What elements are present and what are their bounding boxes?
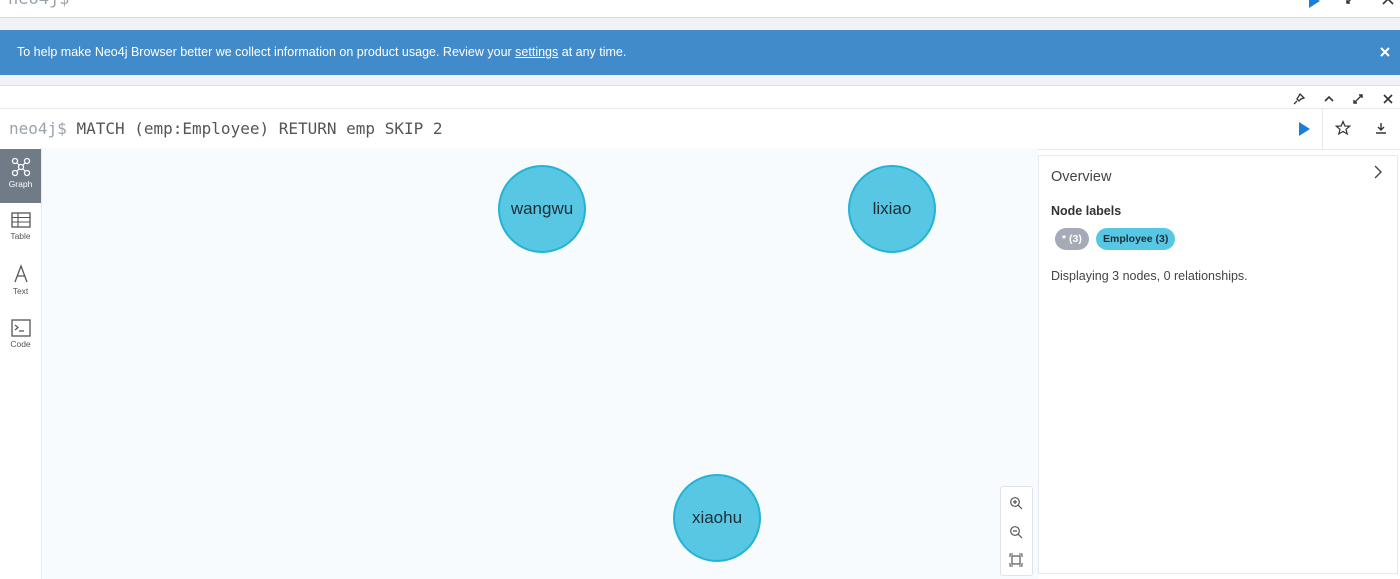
fit-to-screen-icon[interactable] <box>1009 553 1023 567</box>
view-table-label: Table <box>10 231 31 241</box>
banner-text-after: at any time. <box>558 45 627 59</box>
run-icon[interactable] <box>1306 0 1322 8</box>
banner-text-before: To help make Neo4j Browser better we col… <box>17 45 516 59</box>
overview-status: Displaying 3 nodes, 0 relationships. <box>1051 269 1248 283</box>
query-editor[interactable]: neo4j$ MATCH (emp:Employee) RETURN emp S… <box>9 119 442 138</box>
graph-node[interactable]: wangwu <box>498 165 586 253</box>
zoom-in-icon[interactable] <box>1009 496 1023 510</box>
graph-node[interactable]: lixiao <box>848 165 936 253</box>
expand-icon[interactable] <box>1351 92 1365 106</box>
view-code-button[interactable]: Code <box>0 311 41 365</box>
zoom-out-icon[interactable] <box>1009 525 1023 539</box>
view-code-label: Code <box>10 339 31 349</box>
previous-editor: neo4j$ <box>0 0 1400 18</box>
graph-node[interactable]: xiaohu <box>673 474 761 562</box>
graph-canvas[interactable]: wangwu lixiao xiaohu <box>42 148 1038 579</box>
close-icon[interactable] <box>1377 44 1393 60</box>
node-label: wangwu <box>510 199 574 218</box>
node-labels-heading: Node labels <box>1051 204 1122 218</box>
download-icon[interactable] <box>1373 120 1389 136</box>
view-graph-label: Graph <box>8 179 33 189</box>
code-icon <box>10 319 31 337</box>
query-bar: neo4j$ MATCH (emp:Employee) RETURN emp S… <box>0 108 1400 150</box>
chevron-right-icon[interactable] <box>1371 164 1385 180</box>
banner-message: To help make Neo4j Browser better we col… <box>17 45 626 59</box>
pin-icon[interactable] <box>1292 92 1306 106</box>
view-text-label: Text <box>12 286 29 296</box>
usage-banner: To help make Neo4j Browser better we col… <box>0 30 1400 75</box>
view-text-button[interactable]: Text <box>0 256 41 310</box>
star-icon[interactable] <box>1335 120 1351 136</box>
overview-title: Overview <box>1051 169 1112 185</box>
settings-link[interactable]: settings <box>515 45 558 59</box>
collapse-icon[interactable] <box>1322 92 1336 106</box>
node-label: xiaohu <box>691 508 743 527</box>
table-icon <box>10 212 31 228</box>
text-icon <box>13 264 28 283</box>
view-nav: Graph Table Text Code <box>0 148 42 579</box>
label-pill-employee[interactable]: Employee (3) <box>1096 228 1176 250</box>
view-graph-button[interactable]: Graph <box>0 149 41 203</box>
run-icon[interactable] <box>1296 121 1312 137</box>
query-command[interactable]: MATCH (emp:Employee) RETURN emp SKIP 2 <box>76 119 442 138</box>
label-pill-all[interactable]: * (3) <box>1055 228 1089 250</box>
overview-panel: Overview Node labels * (3) Employee (3) … <box>1038 155 1398 574</box>
zoom-controls <box>1000 486 1033 576</box>
close-icon[interactable] <box>1380 0 1396 7</box>
graph-icon <box>11 157 30 177</box>
expand-icon[interactable] <box>1343 0 1359 7</box>
node-label: lixiao <box>872 199 912 218</box>
view-table-button[interactable]: Table <box>0 203 41 257</box>
previous-editor-prompt: neo4j$ <box>8 0 69 9</box>
query-prompt: neo4j$ <box>9 119 67 138</box>
close-icon[interactable] <box>1381 92 1395 106</box>
divider <box>1322 109 1323 149</box>
